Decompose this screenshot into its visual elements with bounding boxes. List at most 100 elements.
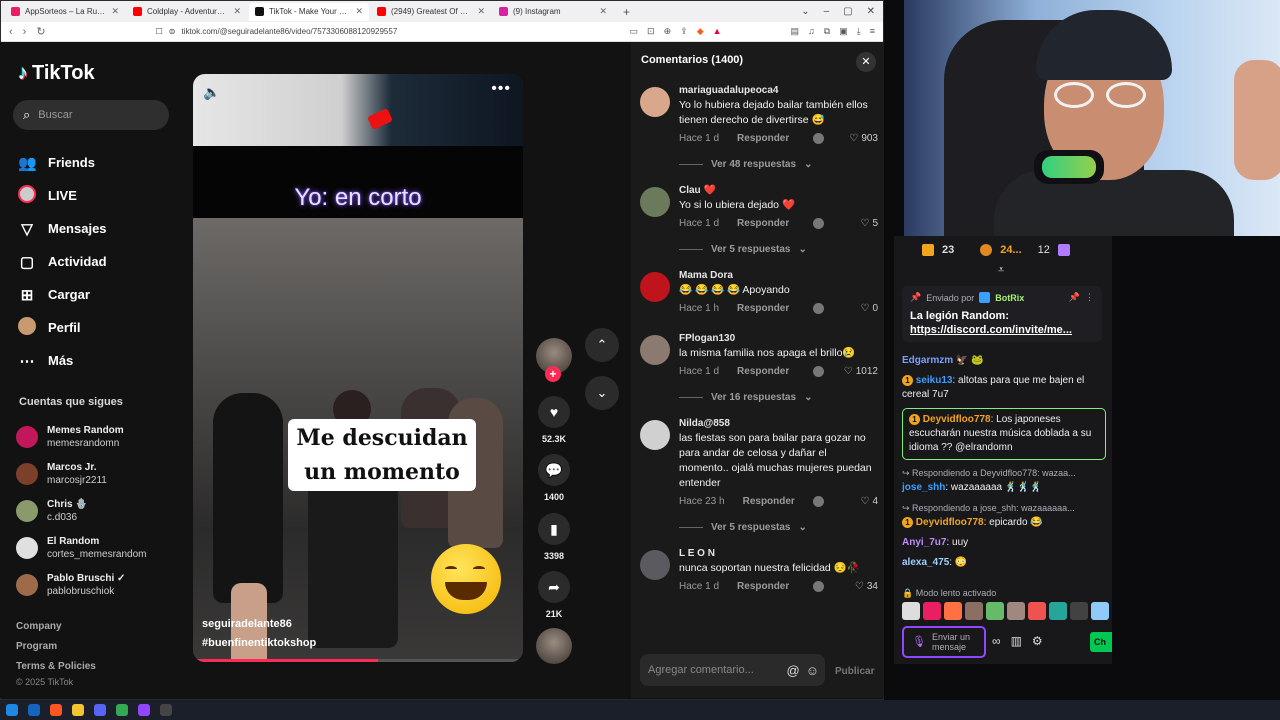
sidebar-item-mensajes[interactable]: ▽ Mensajes	[18, 212, 106, 245]
more-icon[interactable]: ⋮	[1085, 292, 1094, 303]
bookmark-icon[interactable]: ☐	[156, 27, 163, 36]
emote-icon[interactable]	[1007, 602, 1025, 620]
reply-button[interactable]: Responder	[737, 133, 789, 144]
commenter-avatar[interactable]	[640, 87, 670, 117]
view-replies-button[interactable]: Ver 5 respuestas ⌄	[679, 515, 878, 539]
comment-like-button[interactable]: ♡ 1012	[842, 366, 878, 377]
emote-icon[interactable]	[1028, 602, 1046, 620]
reply-button[interactable]: Responder	[737, 366, 789, 377]
mention-icon[interactable]: @	[787, 663, 800, 678]
chat-filter-icon[interactable]: ⩡	[998, 264, 1004, 277]
commenter-avatar[interactable]	[640, 420, 670, 450]
back-icon[interactable]: ‹	[9, 26, 13, 38]
following-account[interactable]: Chris 🪬 c.d036	[16, 492, 146, 529]
sidebar-item-cargar[interactable]: ⊞ Cargar	[18, 278, 107, 311]
browser-tab[interactable]: TikTok - Make Your Day ✕	[249, 2, 369, 21]
comment-like-button[interactable]: ♡ 4	[842, 496, 878, 507]
emote-icon[interactable]	[965, 602, 983, 620]
next-video-button[interactable]: ⌄	[585, 376, 619, 410]
following-account[interactable]: Memes Random memesrandomn	[16, 418, 146, 455]
tab-close-icon[interactable]: ✕	[111, 6, 119, 17]
emote-icon[interactable]	[923, 602, 941, 620]
commenter-avatar[interactable]	[640, 187, 670, 217]
save-button[interactable]: ▮ 3398	[535, 513, 573, 561]
obs-icon[interactable]	[160, 704, 172, 716]
previous-video-button[interactable]: ⌃	[585, 328, 619, 362]
sound-avatar[interactable]	[536, 628, 572, 664]
comment-like-button[interactable]: ♡ 0	[842, 303, 878, 314]
sidebar-item-más[interactable]: ⋯ Más	[18, 344, 107, 377]
like-button[interactable]: ♥ 52.3K	[535, 396, 573, 444]
tab-close-icon[interactable]: ✕	[599, 6, 607, 17]
shield-icon[interactable]: ◆	[697, 26, 704, 37]
points-icon[interactable]: ∞	[992, 634, 1001, 648]
chat-username[interactable]: alexa_475	[902, 557, 949, 568]
video-player[interactable]: 🔈 ••• Yo: en corto Me descuidan un momen…	[193, 74, 523, 662]
forward-icon[interactable]: ›	[23, 26, 27, 38]
browser-tab[interactable]: (2949) Greatest Of Michael Jackson ✕	[371, 3, 491, 21]
search-input[interactable]: ⌕ Buscar	[13, 100, 169, 130]
reload-icon[interactable]: ↻	[36, 25, 45, 38]
video-hashtag[interactable]: #buenfinentiktokshop	[202, 637, 316, 649]
new-tab-button[interactable]: +	[615, 5, 638, 19]
chat-username[interactable]: jose_shh	[902, 482, 945, 493]
sidebar-item-perfil[interactable]: Perfil	[18, 311, 107, 344]
comment-like-button[interactable]: ♡ 903	[842, 133, 878, 144]
minimize-button[interactable]: –	[824, 6, 830, 17]
commenter-avatar[interactable]	[640, 550, 670, 580]
chat-username[interactable]: Edgarmzm	[902, 355, 953, 366]
sidebar-icon[interactable]: ▤	[791, 26, 800, 37]
sidebar-item-friends[interactable]: 👥 Friends	[18, 146, 107, 179]
chat-input[interactable]: 🎙 Enviar un mensaje	[902, 626, 986, 658]
footer-link[interactable]: Program	[16, 637, 96, 657]
tab-close-icon[interactable]: ✕	[355, 6, 363, 17]
twitch-icon[interactable]	[138, 704, 150, 716]
emoji-icon[interactable]: ☺	[806, 663, 819, 678]
emote-icon[interactable]	[986, 602, 1004, 620]
chrome-icon[interactable]	[116, 704, 128, 716]
view-replies-button[interactable]: Ver 16 respuestas ⌄	[679, 385, 878, 409]
zoom-icon[interactable]: ⊕	[664, 26, 672, 37]
settings-icon[interactable]: ⚙	[1032, 634, 1043, 648]
tab-close-icon[interactable]: ✕	[233, 6, 241, 17]
start-icon[interactable]	[6, 704, 18, 716]
sidebar-item-actividad[interactable]: ▢ Actividad	[18, 245, 107, 278]
share-button[interactable]: ➦ 21K	[535, 571, 573, 619]
chat-username[interactable]: Deyvidfloo778	[916, 517, 984, 528]
site-info-icon[interactable]: ⊜	[169, 27, 176, 36]
commenter-avatar[interactable]	[640, 335, 670, 365]
comment-input[interactable]: Agregar comentario... @ ☺	[640, 654, 825, 686]
pinned-link[interactable]: https://discord.com/invite/me...	[910, 323, 1094, 337]
chat-send-button[interactable]: Ch	[1090, 632, 1112, 652]
extensions-icon[interactable]: ⧉	[824, 26, 830, 37]
sidebar-item-live[interactable]: LIVE	[18, 179, 107, 212]
video-progress-bar[interactable]	[193, 659, 523, 662]
tiktok-logo[interactable]: ♪ TikTok	[18, 62, 95, 85]
comment-like-button[interactable]: ♡ 5	[842, 218, 878, 229]
commenter-name[interactable]: mariaguadalupeoca4	[679, 84, 878, 98]
tab-close-icon[interactable]: ✕	[477, 6, 485, 17]
download-icon[interactable]: ⤓	[857, 26, 861, 37]
post-button[interactable]: Publicar	[835, 666, 874, 677]
comment-like-button[interactable]: ♡ 34	[842, 581, 878, 592]
view-replies-button[interactable]: Ver 5 respuestas ⌄	[679, 237, 878, 261]
reply-button[interactable]: Responder	[737, 218, 789, 229]
emote-icon[interactable]	[1049, 602, 1067, 620]
video-author[interactable]: seguiradelante86	[202, 618, 292, 630]
chat-username[interactable]: Anyi_7u7	[902, 537, 946, 548]
edge-icon[interactable]	[28, 704, 40, 716]
emote-icon[interactable]	[902, 602, 920, 620]
following-account[interactable]: Marcos Jr. marcosjr2211	[16, 455, 146, 492]
chevron-down-icon[interactable]: ⌄	[801, 6, 809, 17]
close-comments-button[interactable]: ✕	[856, 52, 876, 72]
reply-button[interactable]: Responder	[737, 581, 789, 592]
folder-icon[interactable]	[72, 704, 84, 716]
install-icon[interactable]: ⊡	[647, 26, 655, 37]
volume-icon[interactable]: 🔈	[203, 84, 220, 101]
music-icon[interactable]: ♫	[808, 26, 815, 37]
more-options-icon[interactable]: •••	[491, 80, 511, 98]
emote-icon[interactable]	[1070, 602, 1088, 620]
url-text[interactable]: tiktok.com/@seguiradelante86/video/75733…	[181, 27, 397, 36]
following-account[interactable]: Pablo Bruschi ✓ pablobruschiok	[16, 566, 146, 603]
mic-icon[interactable]: 🎙	[912, 637, 926, 648]
